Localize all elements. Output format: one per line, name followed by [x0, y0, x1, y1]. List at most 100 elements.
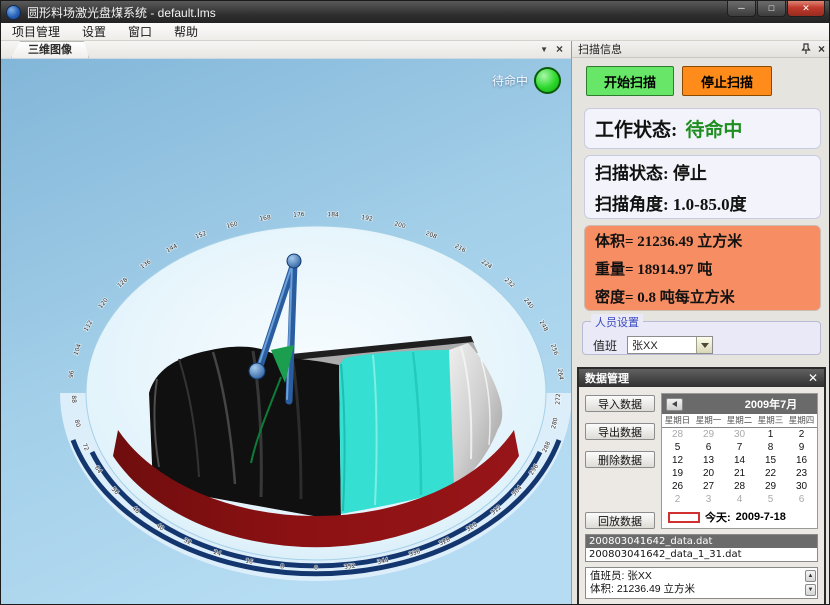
calendar-day[interactable]: 12: [662, 454, 693, 467]
menu-window[interactable]: 窗口: [117, 23, 163, 40]
window-title: 圆形料场激光盘煤系统 - default.lms: [27, 4, 726, 21]
calendar-day[interactable]: 24: [817, 467, 818, 480]
calendar-weekday-row: 星期日星期一星期二星期三星期四星期五星期六: [662, 414, 818, 428]
work-status-value: 待命中: [685, 115, 742, 142]
calendar-weekday: 星期一: [693, 414, 724, 427]
personnel-title: 人员设置: [591, 314, 643, 330]
work-status-card: 工作状态: 待命中: [584, 108, 821, 149]
export-data-button[interactable]: 导出数据: [585, 423, 655, 440]
3d-scene[interactable]: 0816243240485664728088961041121201281361…: [1, 59, 571, 605]
today-marker-box: [668, 512, 700, 523]
stop-scan-button[interactable]: 停止扫描: [682, 66, 772, 96]
today-date: 2009-7-18: [736, 511, 786, 523]
calendar-day[interactable]: 6: [786, 493, 817, 506]
import-data-button[interactable]: 导入数据: [585, 395, 655, 412]
calendar-day[interactable]: 22: [755, 467, 786, 480]
angle-tick-label: 0: [314, 565, 318, 572]
calendar-day[interactable]: 31: [817, 480, 818, 493]
calendar-day[interactable]: 3: [693, 493, 724, 506]
calendar-day[interactable]: 14: [724, 454, 755, 467]
calendar-day[interactable]: 20: [693, 467, 724, 480]
calendar-day[interactable]: 4: [724, 493, 755, 506]
start-scan-button[interactable]: 开始扫描: [586, 66, 674, 96]
calendar-weekday: 星期五: [817, 414, 818, 427]
calendar-day[interactable]: 30: [724, 428, 755, 441]
calendar-day[interactable]: 26: [662, 480, 693, 493]
3d-viewport[interactable]: 0816243240485664728088961041121201281361…: [1, 59, 571, 605]
angle-tick-label: 96: [68, 370, 76, 379]
panel-close-icon[interactable]: ×: [818, 42, 825, 56]
calendar-day[interactable]: 15: [755, 454, 786, 467]
scan-status-card: 扫描状态: 停止 扫描角度: 1.0-85.0度: [584, 155, 821, 219]
data-file-item[interactable]: 200803041642_data_1_31.dat: [586, 548, 817, 561]
menu-help[interactable]: 帮助: [163, 23, 209, 40]
calendar-day[interactable]: 21: [724, 467, 755, 480]
calendar-day[interactable]: 28: [662, 428, 693, 441]
calendar-weekday: 星期日: [662, 414, 693, 427]
close-button[interactable]: ✕: [787, 1, 825, 17]
angle-tick-label: 352: [344, 563, 356, 571]
calendar-day[interactable]: 1: [755, 428, 786, 441]
data-panel-close-icon[interactable]: ✕: [808, 372, 818, 384]
record-info-line: 值班员: 张XX: [590, 570, 804, 583]
viewport-status-overlay: 待命中: [492, 67, 561, 94]
scan-info-panel: 扫描信息 × 开始扫描 停止扫描 工作状态: 待命中 扫描状态: 停止 扫描角度…: [571, 41, 830, 605]
calendar-day[interactable]: 29: [755, 480, 786, 493]
volume-line: 体积= 21236.49 立方米: [595, 230, 810, 251]
calendar-grid: 2829301234567891011121314151617181920212…: [662, 428, 818, 506]
replay-data-button[interactable]: 回放数据: [585, 512, 655, 529]
calendar-day[interactable]: 8: [755, 441, 786, 454]
calendar-day[interactable]: 7: [817, 493, 818, 506]
calendar-day[interactable]: 2: [662, 493, 693, 506]
calendar-weekday: 星期二: [724, 414, 755, 427]
calendar-day[interactable]: 19: [662, 467, 693, 480]
data-file-item[interactable]: 200803041642_data.dat: [586, 535, 817, 548]
calendar-day[interactable]: 5: [755, 493, 786, 506]
calendar[interactable]: 2009年7月 星期日星期一星期二星期三星期四星期五星期六 2829301234…: [661, 393, 818, 529]
delete-data-button[interactable]: 删除数据: [585, 451, 655, 468]
tab-3d-image[interactable]: 三维图像: [11, 41, 89, 58]
tab-close-icon[interactable]: ×: [556, 43, 563, 55]
data-management-panel: 数据管理 ✕ 导入数据 导出数据 删除数据 回放数据: [577, 367, 826, 605]
calendar-day[interactable]: 7: [724, 441, 755, 454]
personnel-groupbox: 人员设置 值班 张XX: [582, 321, 821, 355]
calendar-day[interactable]: 23: [786, 467, 817, 480]
data-file-list[interactable]: 200803041642_data.dat200803041642_data_1…: [585, 534, 818, 562]
scroll-down-button[interactable]: ▼: [805, 584, 816, 596]
maximize-button[interactable]: □: [757, 1, 786, 17]
chevron-down-icon[interactable]: [696, 337, 712, 353]
angle-tick-label: 88: [70, 395, 77, 403]
density-line: 密度= 0.8 吨每立方米: [595, 286, 810, 307]
today-label: 今天:: [705, 509, 731, 525]
pile-section-cyan: [339, 350, 457, 514]
menu-settings[interactable]: 设置: [71, 23, 117, 40]
angle-tick-label: 184: [327, 211, 339, 219]
calendar-day[interactable]: 17: [817, 454, 818, 467]
calendar-day[interactable]: 6: [693, 441, 724, 454]
duty-person-value: 张XX: [628, 337, 696, 353]
calendar-day[interactable]: 13: [693, 454, 724, 467]
calendar-day[interactable]: 27: [693, 480, 724, 493]
calendar-day[interactable]: 5: [662, 441, 693, 454]
calendar-today-row: 今天: 2009-7-18: [662, 506, 818, 525]
calendar-day[interactable]: 30: [786, 480, 817, 493]
calendar-day[interactable]: 16: [786, 454, 817, 467]
calendar-prev-month-button[interactable]: [666, 398, 683, 411]
calendar-day[interactable]: 10: [817, 441, 818, 454]
panel-title: 扫描信息: [578, 41, 801, 57]
tab-list-dropdown-icon[interactable]: ▼: [540, 45, 548, 54]
calendar-day[interactable]: 29: [693, 428, 724, 441]
calendar-day[interactable]: 9: [786, 441, 817, 454]
menu-project[interactable]: 项目管理: [1, 23, 71, 40]
calendar-month-title: 2009年7月: [662, 396, 818, 412]
duty-person-select[interactable]: 张XX: [627, 336, 713, 354]
app-window: 圆形料场激光盘煤系统 - default.lms ─ □ ✕ 项目管理 设置 窗…: [0, 0, 830, 605]
minimize-button[interactable]: ─: [727, 1, 756, 17]
pin-icon[interactable]: [801, 43, 811, 55]
calendar-weekday: 星期四: [786, 414, 817, 427]
calendar-day[interactable]: 2: [786, 428, 817, 441]
scan-status-line: 扫描状态: 停止: [595, 159, 810, 184]
calendar-day[interactable]: 28: [724, 480, 755, 493]
calendar-day[interactable]: 3: [817, 428, 818, 441]
scroll-up-button[interactable]: ▲: [805, 570, 816, 582]
